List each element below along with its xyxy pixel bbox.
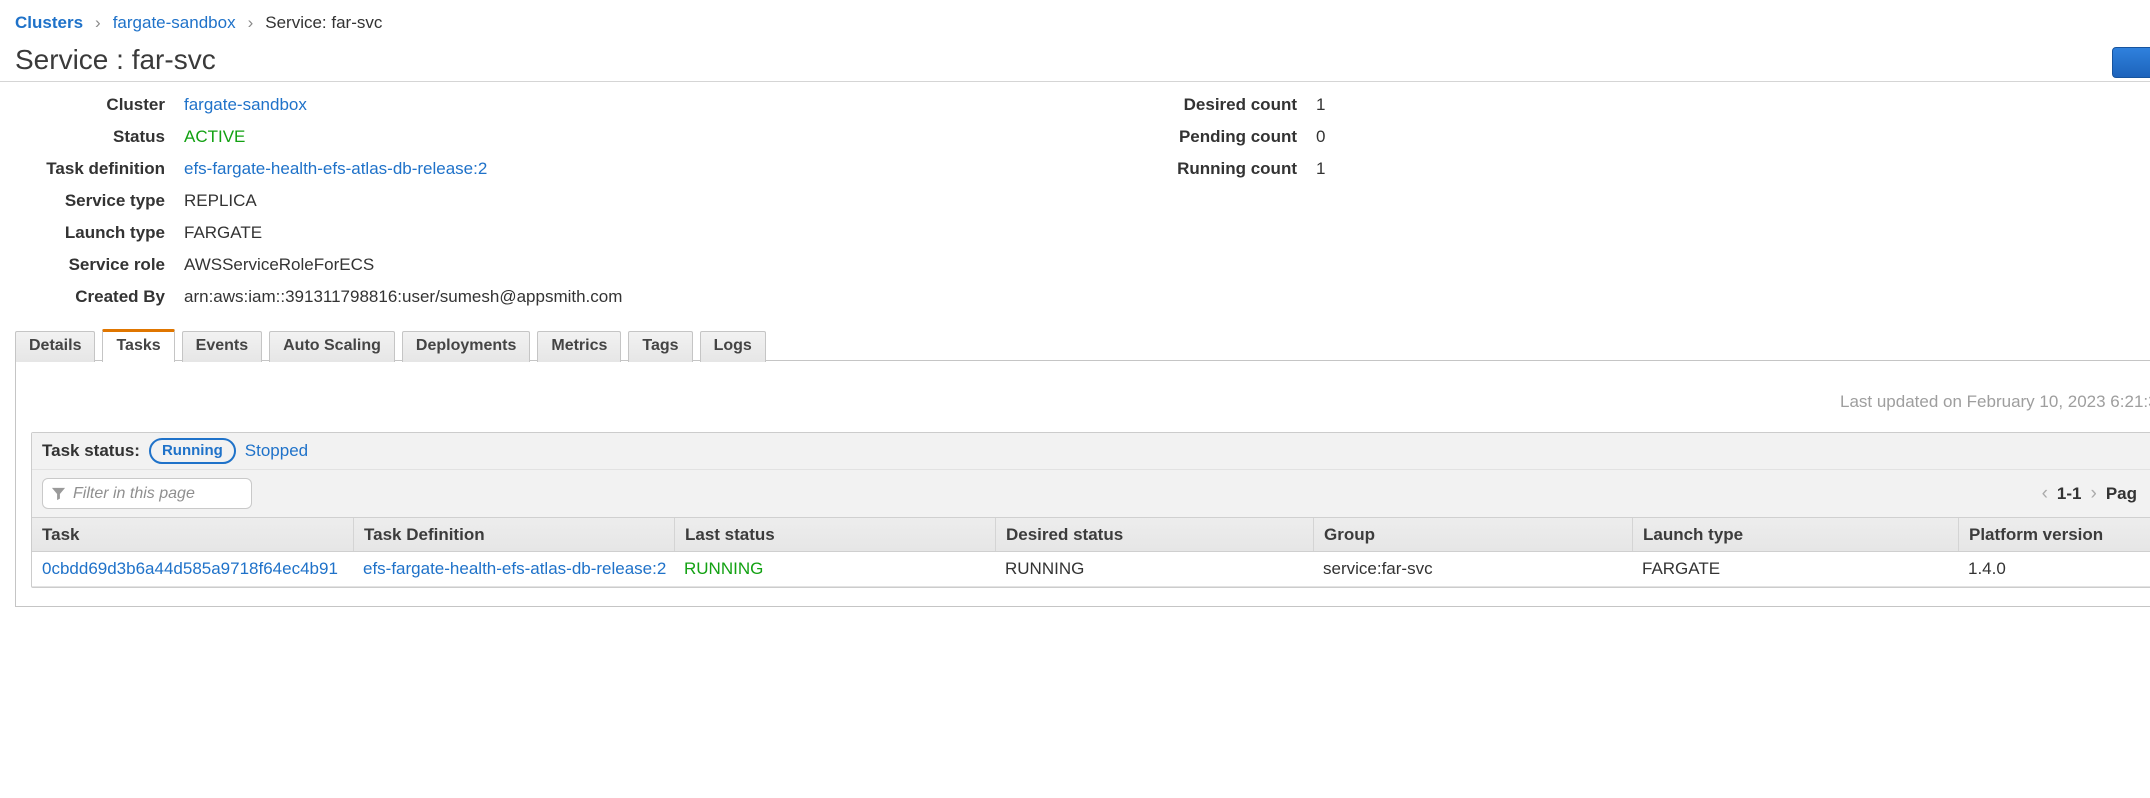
row-launch-type: FARGATE — [1642, 559, 1720, 579]
breadcrumb-clusters-link[interactable]: Clusters — [15, 13, 83, 33]
row-task-definition-link[interactable]: efs-fargate-health-efs-atlas-db-release:… — [363, 559, 666, 579]
column-header-task[interactable]: Task — [32, 518, 353, 551]
status-filter-stopped[interactable]: Stopped — [245, 441, 308, 461]
tab-auto-scaling[interactable]: Auto Scaling — [269, 331, 395, 362]
clipped-primary-button[interactable] — [2112, 47, 2150, 78]
service-tabs: Details Tasks Events Auto Scaling Deploy… — [15, 329, 766, 362]
detail-row-running-count: Running count 1 — [1132, 159, 1325, 191]
column-header-task-definition[interactable]: Task Definition — [353, 518, 674, 551]
column-header-desired-status[interactable]: Desired status — [995, 518, 1313, 551]
row-last-status: RUNNING — [684, 559, 763, 579]
launch-type-value: FARGATE — [184, 223, 262, 243]
desired-count-value: 1 — [1316, 95, 1325, 115]
row-group: service:far-svc — [1323, 559, 1433, 579]
last-updated-text: Last updated on February 10, 2023 6:21:3… — [1840, 392, 2150, 412]
breadcrumb-separator-icon: › — [248, 13, 254, 33]
status-filter-running[interactable]: Running — [149, 438, 236, 464]
filter-input-wrap — [42, 478, 252, 509]
tab-events[interactable]: Events — [182, 331, 262, 362]
pagination-next-icon[interactable]: › — [2090, 483, 2096, 505]
detail-label: Running count — [1132, 159, 1297, 179]
page-title: Service : far-svc — [15, 44, 216, 76]
tab-logs[interactable]: Logs — [700, 331, 766, 362]
cluster-link[interactable]: fargate-sandbox — [184, 95, 307, 115]
running-count-value: 1 — [1316, 159, 1325, 179]
detail-label: Created By — [15, 287, 165, 307]
breadcrumb-cluster-link[interactable]: fargate-sandbox — [113, 13, 236, 33]
detail-label: Service role — [15, 255, 165, 275]
detail-row-task-definition: Task definition efs-fargate-health-efs-a… — [15, 159, 622, 191]
detail-label: Pending count — [1132, 127, 1297, 147]
pending-count-value: 0 — [1316, 127, 1325, 147]
pagination-page-text: Pag — [2106, 484, 2137, 504]
tasks-table-container: Task status: Running Stopped ‹ 1-1 › Pag… — [31, 432, 2150, 588]
column-header-platform-version[interactable]: Platform version — [1958, 518, 2150, 551]
task-status-label: Task status: — [42, 441, 140, 461]
pagination: ‹ 1-1 › Pag — [2042, 470, 2137, 517]
filter-input[interactable] — [42, 478, 252, 509]
breadcrumb-separator-icon: › — [95, 13, 101, 33]
detail-row-service-type: Service type REPLICA — [15, 191, 622, 223]
detail-row-cluster: Cluster fargate-sandbox — [15, 95, 622, 127]
detail-row-created-by: Created By arn:aws:iam::391311798816:use… — [15, 287, 622, 319]
pagination-range: 1-1 — [2057, 484, 2082, 504]
title-divider — [0, 81, 2150, 82]
detail-row-pending-count: Pending count 0 — [1132, 127, 1325, 159]
breadcrumb-current: Service: far-svc — [265, 13, 382, 33]
service-details-right: Desired count 1 Pending count 0 Running … — [1132, 95, 1325, 191]
detail-label: Status — [15, 127, 165, 147]
task-id-link[interactable]: 0cbdd69d3b6a44d585a9718f64ec4b91 — [42, 559, 338, 579]
tab-metrics[interactable]: Metrics — [537, 331, 621, 362]
row-platform-version: 1.4.0 — [1968, 559, 2006, 579]
breadcrumb: Clusters › fargate-sandbox › Service: fa… — [15, 13, 382, 33]
tab-details[interactable]: Details — [15, 331, 95, 362]
detail-row-status: Status ACTIVE — [15, 127, 622, 159]
service-role-value: AWSServiceRoleForECS — [184, 255, 374, 275]
detail-label: Launch type — [15, 223, 165, 243]
detail-row-launch-type: Launch type FARGATE — [15, 223, 622, 255]
detail-label: Task definition — [15, 159, 165, 179]
detail-row-desired-count: Desired count 1 — [1132, 95, 1325, 127]
tab-deployments[interactable]: Deployments — [402, 331, 530, 362]
column-header-last-status[interactable]: Last status — [674, 518, 995, 551]
detail-label: Cluster — [15, 95, 165, 115]
detail-label: Desired count — [1132, 95, 1297, 115]
table-header-row: Task Task Definition Last status Desired… — [32, 517, 2150, 552]
row-desired-status: RUNNING — [1005, 559, 1084, 579]
service-type-value: REPLICA — [184, 191, 257, 211]
service-details-left: Cluster fargate-sandbox Status ACTIVE Ta… — [15, 95, 622, 319]
tab-tags[interactable]: Tags — [628, 331, 692, 362]
column-header-group[interactable]: Group — [1313, 518, 1632, 551]
task-definition-link[interactable]: efs-fargate-health-efs-atlas-db-release:… — [184, 159, 487, 179]
detail-row-service-role: Service role AWSServiceRoleForECS — [15, 255, 622, 287]
pagination-prev-icon[interactable]: ‹ — [2042, 483, 2048, 505]
filter-bar: ‹ 1-1 › Pag — [32, 470, 2150, 517]
service-status-value: ACTIVE — [184, 127, 245, 147]
column-header-launch-type[interactable]: Launch type — [1632, 518, 1958, 551]
created-by-value: arn:aws:iam::391311798816:user/sumesh@ap… — [184, 287, 622, 307]
task-status-bar: Task status: Running Stopped — [32, 433, 2150, 470]
tasks-table: Task Task Definition Last status Desired… — [32, 517, 2150, 587]
tab-tasks[interactable]: Tasks — [102, 329, 174, 362]
ecs-service-page: Clusters › fargate-sandbox › Service: fa… — [0, 0, 2150, 798]
detail-label: Service type — [15, 191, 165, 211]
table-row: 0cbdd69d3b6a44d585a9718f64ec4b91 efs-far… — [32, 552, 2150, 587]
